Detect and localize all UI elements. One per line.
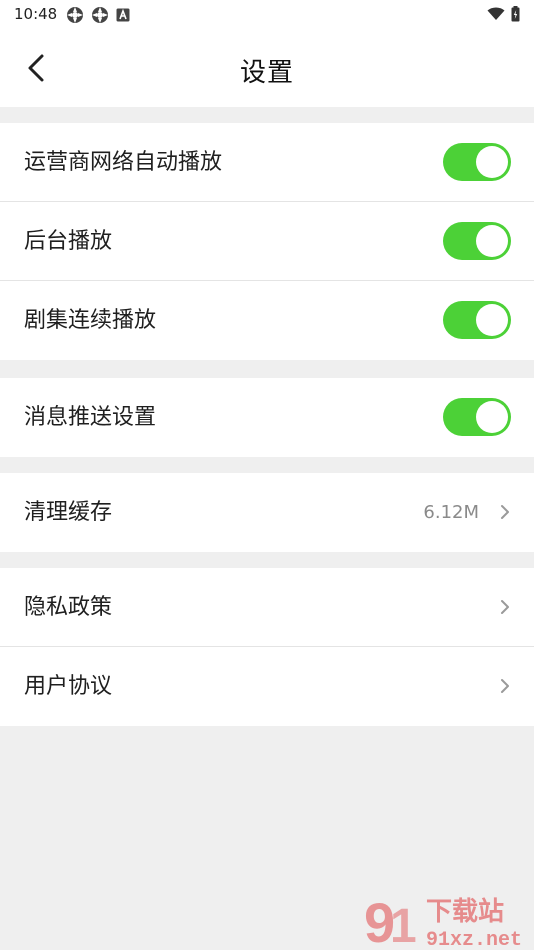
- settings-row-continuous-play[interactable]: 剧集连续播放: [0, 281, 534, 360]
- watermark-site: 91xz.net: [426, 929, 522, 948]
- row-label: 消息推送设置: [24, 405, 157, 430]
- status-bar: 10:48: [0, 0, 534, 28]
- battery-icon: [511, 6, 520, 22]
- row-label: 清理缓存: [24, 500, 113, 525]
- toggle-knob: [476, 401, 508, 433]
- header: 设置: [0, 28, 534, 107]
- toggle-knob: [476, 146, 508, 178]
- cache-group: 清理缓存 6.12M: [0, 473, 534, 552]
- watermark-logo: 9 1 下载站 91xz.net: [364, 891, 522, 948]
- page-title: 设置: [239, 58, 294, 88]
- settings-row-user-agreement[interactable]: 用户协议: [0, 647, 534, 726]
- watermark-brand: 下载站: [426, 897, 504, 927]
- push-settings-group: 消息推送设置: [0, 378, 534, 457]
- toggle-knob: [476, 225, 508, 257]
- status-time: 10:48: [14, 5, 58, 23]
- keyboard-notification-icon: [116, 8, 130, 22]
- settings-row-carrier-autoplay[interactable]: 运营商网络自动播放: [0, 123, 534, 202]
- wifi-icon: [487, 7, 505, 20]
- background-play-toggle[interactable]: [443, 222, 511, 260]
- carrier-autoplay-toggle[interactable]: [443, 143, 511, 181]
- push-notifications-toggle[interactable]: [443, 398, 511, 436]
- continuous-play-toggle[interactable]: [443, 301, 511, 339]
- toggle-knob: [476, 304, 508, 336]
- chevron-right-icon: [501, 600, 509, 614]
- settings-row-background-play[interactable]: 后台播放: [0, 202, 534, 281]
- legal-group: 隐私政策 用户协议: [0, 568, 534, 726]
- chevron-right-icon: [501, 679, 509, 693]
- svg-text:1: 1: [390, 900, 417, 948]
- app-notification-icon: [67, 7, 83, 23]
- cache-size-value: 6.12M: [423, 502, 479, 523]
- row-label: 隐私政策: [24, 595, 113, 620]
- settings-row-clear-cache[interactable]: 清理缓存 6.12M: [0, 473, 534, 552]
- chevron-right-icon: [501, 505, 509, 519]
- row-label: 后台播放: [24, 229, 113, 254]
- row-label: 用户协议: [24, 674, 113, 699]
- row-label: 运营商网络自动播放: [24, 150, 223, 175]
- row-label: 剧集连续播放: [24, 308, 157, 333]
- app-notification-icon: [92, 7, 108, 23]
- settings-row-privacy-policy[interactable]: 隐私政策: [0, 568, 534, 647]
- playback-settings-group: 运营商网络自动播放 后台播放 剧集连续播放: [0, 123, 534, 360]
- settings-row-push-notifications[interactable]: 消息推送设置: [0, 378, 534, 457]
